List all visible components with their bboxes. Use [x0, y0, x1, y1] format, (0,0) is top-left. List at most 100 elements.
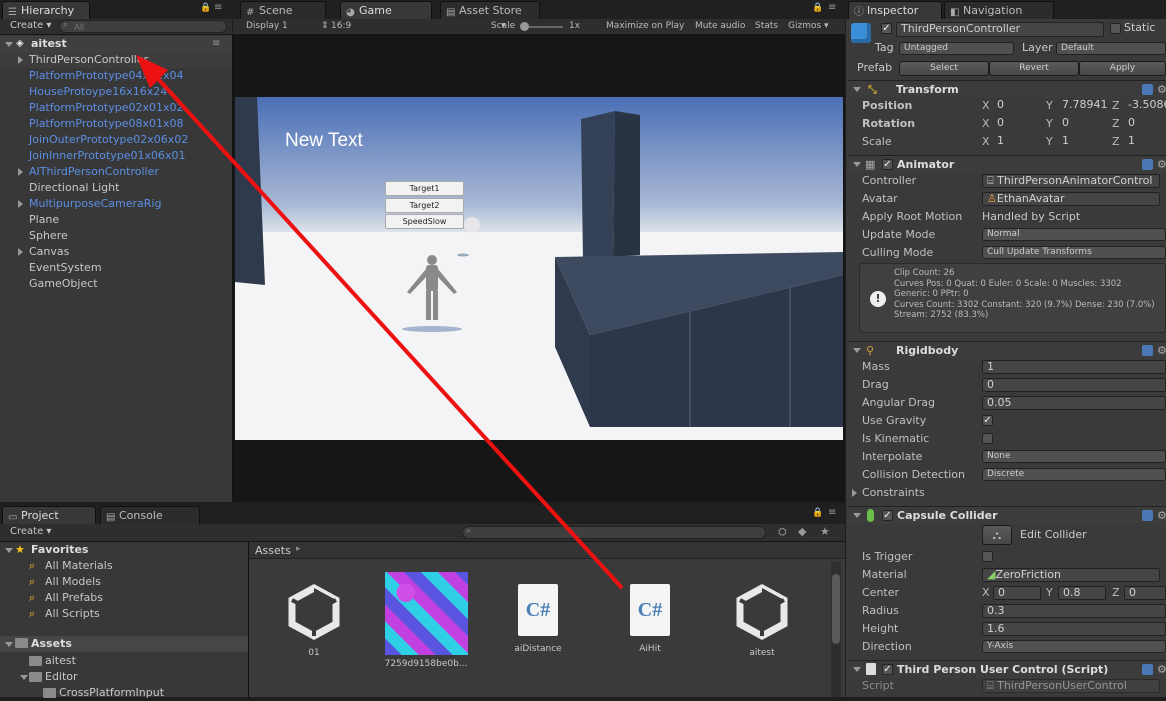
help-icon[interactable] [1142, 84, 1153, 95]
interpolate-dropdown[interactable]: None [982, 450, 1166, 463]
game-viewport[interactable]: New Text Target1 Target2 SpeedSlow [235, 97, 843, 440]
hierarchy-item[interactable]: EventSystem [0, 260, 232, 276]
assets-row[interactable]: Assets [0, 636, 248, 652]
angular-drag-field[interactable]: 0.05 [982, 396, 1166, 410]
help-icon[interactable] [1142, 510, 1153, 521]
scene-row[interactable]: ◈ aitest ≡ [0, 36, 232, 52]
tab-console[interactable]: ▤ Console [100, 506, 200, 524]
maximize-on-play-button[interactable]: Maximize on Play [606, 21, 684, 31]
menu-icon[interactable]: ≡ [828, 2, 836, 13]
scale-slider-handle[interactable] [520, 22, 529, 31]
is-kinematic-checkbox[interactable] [982, 433, 993, 444]
tab-project[interactable]: ▭ Project [2, 506, 96, 524]
collapse-icon[interactable] [5, 42, 13, 47]
hierarchy-item[interactable]: PlatformPrototype02x01x02 [0, 100, 232, 116]
asset-item[interactable]: C# aiDistance [488, 570, 588, 654]
mass-field[interactable]: 1 [982, 360, 1166, 374]
asset-item[interactable]: 7259d9158be0b... [376, 570, 476, 669]
hierarchy-item[interactable]: MultipurposeCameraRig [0, 196, 232, 212]
capsule-enabled-checkbox[interactable]: ✓ [882, 510, 893, 521]
static-checkbox[interactable] [1110, 23, 1121, 34]
stats-button[interactable]: Stats [755, 21, 778, 31]
collision-dropdown[interactable]: Discrete [982, 468, 1166, 481]
favorites-row[interactable]: ★ Favorites [0, 542, 248, 558]
tab-inspector[interactable]: ⓘ Inspector [848, 1, 942, 19]
gizmos-dropdown[interactable]: Gizmos ▾ [788, 21, 829, 31]
position-x-field[interactable]: 0 [993, 99, 1041, 113]
center-z-field[interactable]: 0 [1124, 586, 1166, 600]
lock-icon[interactable]: 🔒 [812, 508, 823, 518]
hierarchy-item[interactable]: GameObject [0, 276, 232, 292]
height-field[interactable]: 1.6 [982, 622, 1166, 636]
layer-dropdown[interactable]: Default [1056, 42, 1166, 55]
center-y-field[interactable]: 0.8 [1058, 586, 1106, 600]
avatar-field[interactable]: ♙EthanAvatar [982, 192, 1160, 206]
filter-type-icon[interactable]: ⛭ [778, 525, 787, 539]
folder-item[interactable]: Editor [0, 669, 248, 685]
tab-navigation[interactable]: ◧ Navigation [944, 1, 1054, 19]
help-icon[interactable] [1142, 159, 1153, 170]
scale-y-field[interactable]: 1 [1058, 135, 1108, 149]
hierarchy-item[interactable]: Plane [0, 212, 232, 228]
aspect-dropdown[interactable]: 16:9 ▾ [331, 21, 511, 31]
object-name-field[interactable]: ThirdPersonController [896, 22, 1104, 37]
expand-icon[interactable] [18, 168, 23, 176]
rotation-x-field[interactable]: 0 [993, 117, 1041, 131]
expand-icon[interactable] [18, 56, 23, 64]
scale-x-field[interactable]: 1 [993, 135, 1041, 149]
scene-menu-icon[interactable]: ≡ [212, 36, 220, 52]
asset-item[interactable]: 01 [264, 570, 364, 658]
constraints-row[interactable]: Constraints [848, 484, 1166, 502]
menu-icon[interactable]: ≡ [214, 2, 222, 13]
help-icon[interactable] [1142, 664, 1153, 675]
hierarchy-item[interactable]: HouseProtoype16x16x24 [0, 84, 232, 100]
gear-icon[interactable]: ⚙ [1157, 81, 1166, 98]
hierarchy-item[interactable]: Directional Light [0, 180, 232, 196]
prefab-apply-button[interactable]: Apply [1079, 61, 1166, 76]
asset-item[interactable]: aitest [712, 570, 812, 658]
direction-dropdown[interactable]: Y-Axis [982, 640, 1166, 653]
rotation-y-field[interactable]: 0 [1058, 117, 1108, 131]
use-gravity-checkbox[interactable]: ✓ [982, 415, 993, 426]
target2-button[interactable]: Target2 [385, 198, 464, 213]
center-x-field[interactable]: 0 [993, 586, 1041, 600]
lock-icon[interactable]: 🔒 [200, 3, 211, 13]
speedslow-button[interactable]: SpeedSlow [385, 214, 464, 229]
hierarchy-item[interactable]: PlatformPrototype04x01x04 [0, 68, 232, 84]
gear-icon[interactable]: ⚙ [1157, 156, 1166, 173]
favorite-star-icon[interactable]: ★ [820, 525, 830, 538]
material-field[interactable]: ◢ZeroFriction [982, 568, 1160, 582]
hierarchy-item[interactable]: ThirdPersonController [0, 52, 232, 68]
script-enabled-checkbox[interactable]: ✓ [882, 664, 893, 675]
lock-icon[interactable]: 🔒 [812, 3, 823, 13]
drag-field[interactable]: 0 [982, 378, 1166, 392]
folder-item[interactable]: aitest [0, 653, 248, 669]
asset-item[interactable]: C# AiHit [600, 570, 700, 654]
is-trigger-checkbox[interactable] [982, 551, 993, 562]
scrollbar[interactable] [831, 562, 841, 697]
gear-icon[interactable]: ⚙ [1157, 507, 1166, 524]
tab-game[interactable]: ◕ Game [340, 1, 432, 19]
hierarchy-item[interactable]: JoinInnerPrototype01x06x01 [0, 148, 232, 164]
update-mode-dropdown[interactable]: Normal [982, 228, 1166, 241]
favorite-item[interactable]: ⌕ All Materials [0, 558, 248, 574]
edit-collider-button[interactable]: ⛬ [982, 525, 1012, 545]
culling-mode-dropdown[interactable]: Cull Update Transforms [982, 246, 1166, 259]
favorite-item[interactable]: ⌕ All Models [0, 574, 248, 590]
scale-z-field[interactable]: 1 [1124, 135, 1166, 149]
expand-icon[interactable] [18, 248, 23, 256]
project-create-dropdown[interactable]: Create ▾ [10, 526, 51, 537]
favorite-item[interactable]: ⌕ All Scripts [0, 606, 248, 622]
expand-icon[interactable] [18, 200, 23, 208]
tab-scene[interactable]: # Scene [240, 1, 326, 19]
mute-audio-button[interactable]: Mute audio [695, 21, 745, 31]
radius-field[interactable]: 0.3 [982, 604, 1166, 618]
favorite-item[interactable]: ⌕ All Prefabs [0, 590, 248, 606]
tab-asset-store[interactable]: ▤ Asset Store [440, 1, 540, 19]
animator-header[interactable]: ▦ ✓ Animator ⚙ [848, 155, 1166, 173]
user-control-header[interactable]: ✓ Third Person User Control (Script) ⚙ [848, 660, 1166, 678]
hierarchy-item[interactable]: Canvas [0, 244, 232, 260]
transform-header[interactable]: ⤡ Transform ⚙ [848, 80, 1166, 98]
rigidbody-header[interactable]: ⚲ Rigidbody ⚙ [848, 341, 1166, 359]
hierarchy-search-input[interactable] [59, 20, 227, 33]
